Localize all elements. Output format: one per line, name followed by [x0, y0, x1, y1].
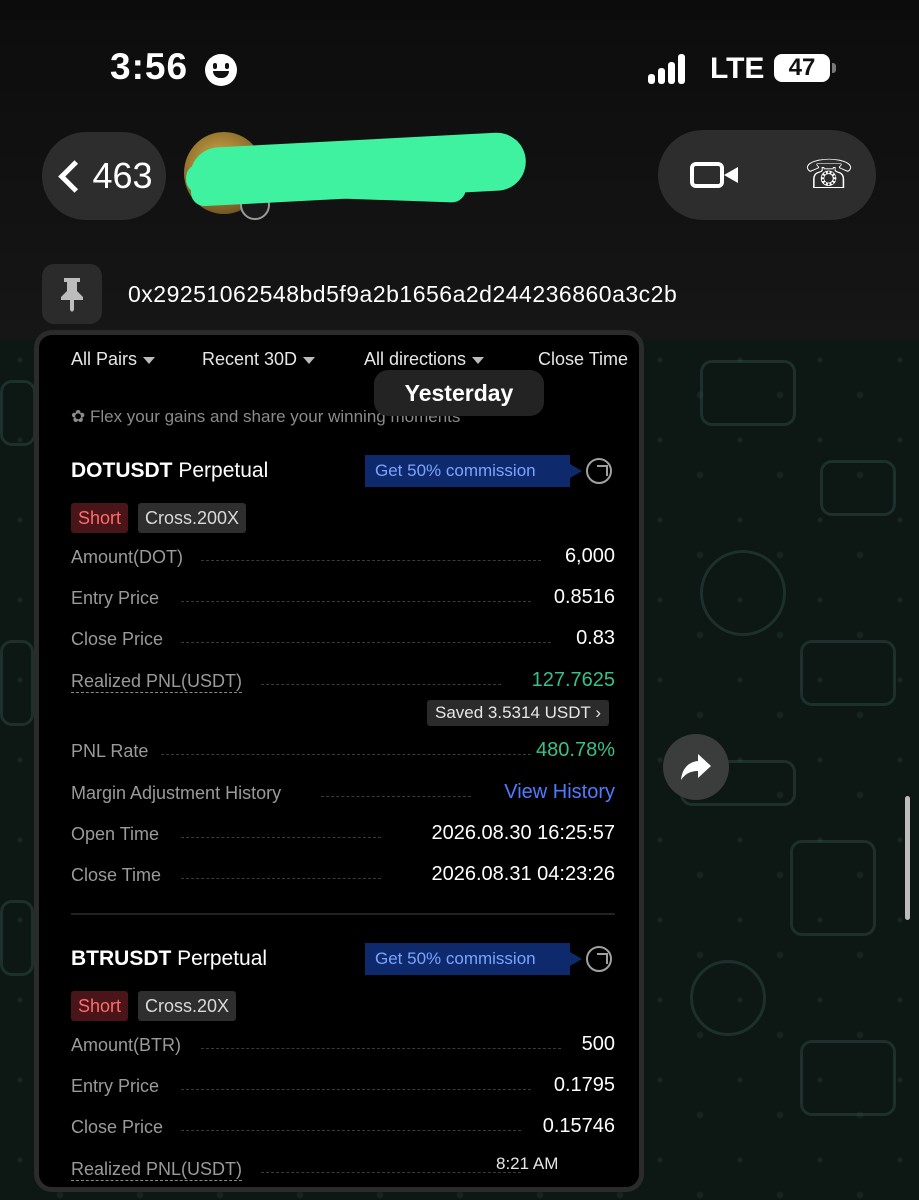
close-price-row: Close Price 0.83	[71, 627, 615, 649]
close-price-row: Close Price 0.15746	[71, 1115, 615, 1137]
unread-count: 463	[92, 155, 153, 196]
trade-type: Perpetual	[178, 459, 269, 482]
battery-icon: 47	[774, 54, 836, 82]
realized-pnl-row: Realized PNL(USDT) 127.7625	[71, 669, 615, 693]
commission-badge[interactable]: Get 50% commission	[365, 455, 582, 487]
sort-close-time[interactable]: Close Time	[538, 349, 628, 370]
entry-price-row: Entry Price 0.1795	[71, 1074, 615, 1096]
chevron-left-icon	[58, 159, 92, 193]
wallpaper-doodle	[0, 380, 36, 446]
wallpaper-doodle	[700, 360, 796, 426]
filter-period[interactable]: Recent 30D	[202, 349, 316, 370]
caret-down-icon	[472, 356, 485, 364]
forward-arrow-icon	[681, 754, 711, 780]
view-history-link[interactable]: View History	[504, 781, 615, 804]
wallpaper-doodle	[0, 640, 34, 726]
image-message[interactable]: All Pairs Recent 30D All directions Clos…	[34, 330, 644, 1192]
divider	[71, 913, 615, 915]
filter-pairs[interactable]: All Pairs	[71, 349, 156, 370]
open-time-row: Open Time 2026.08.30 16:25:57	[71, 822, 615, 844]
saved-fee-badge[interactable]: Saved 3.5314 USDT ›	[426, 700, 609, 726]
share-icon[interactable]	[586, 946, 612, 972]
wallpaper-doodle	[800, 640, 896, 706]
wallpaper-doodle	[800, 1040, 896, 1116]
trade-symbol: BTRUSDT	[71, 947, 172, 970]
network-type: LTE	[710, 52, 765, 85]
amount-row: Amount(BTR) 500	[71, 1033, 615, 1055]
share-icon[interactable]	[586, 458, 612, 484]
forward-button[interactable]	[663, 734, 729, 800]
date-divider: Yesterday	[374, 370, 544, 416]
wallpaper-doodle	[690, 960, 766, 1036]
pnl-rate-row: PNL Rate 480.78%	[71, 739, 615, 761]
wallpaper-doodle	[790, 840, 876, 936]
wallpaper-doodle	[820, 460, 896, 516]
video-call-icon[interactable]	[690, 162, 738, 188]
signal-icon	[648, 54, 694, 84]
smiley-icon	[205, 54, 237, 86]
caret-down-icon	[143, 356, 156, 364]
pin-icon[interactable]	[42, 264, 102, 324]
leverage-tag: Cross.20X	[138, 991, 237, 1021]
margin-history-row: Margin Adjustment History View History	[71, 781, 615, 804]
scrollbar[interactable]	[905, 796, 910, 920]
close-time-row: Close Time 2026.08.31 04:23:26	[71, 863, 615, 885]
entry-price-row: Entry Price 0.8516	[71, 586, 615, 608]
pinned-message[interactable]: 0x29251062548bd5f9a2b1656a2d244236860a3c…	[128, 281, 677, 308]
status-time: 3:56	[110, 46, 189, 87]
filter-directions[interactable]: All directions	[364, 349, 485, 370]
phone-call-icon[interactable]: ☏	[804, 155, 854, 195]
wallpaper-doodle	[700, 550, 786, 636]
caret-down-icon	[303, 356, 316, 364]
side-tag: Short	[71, 503, 129, 533]
message-timestamp: 8:21 AM	[496, 1154, 559, 1173]
back-button[interactable]: 463	[42, 132, 166, 220]
side-tag: Short	[71, 991, 129, 1021]
trade-title: DOTUSDT Perpetual	[71, 459, 268, 483]
chat-header: 3:56 LTE 47 463 ☏ 0x29251062548bd5f9a2b1…	[0, 0, 919, 340]
trade-symbol: DOTUSDT	[71, 459, 173, 482]
wallpaper-doodle	[0, 900, 34, 976]
trade-type: Perpetual	[177, 947, 268, 970]
commission-badge[interactable]: Get 50% commission	[365, 943, 582, 975]
trade-title: BTRUSDT Perpetual	[71, 947, 267, 971]
leverage-tag: Cross.200X	[138, 503, 247, 533]
amount-row: Amount(DOT) 6,000	[71, 545, 615, 567]
